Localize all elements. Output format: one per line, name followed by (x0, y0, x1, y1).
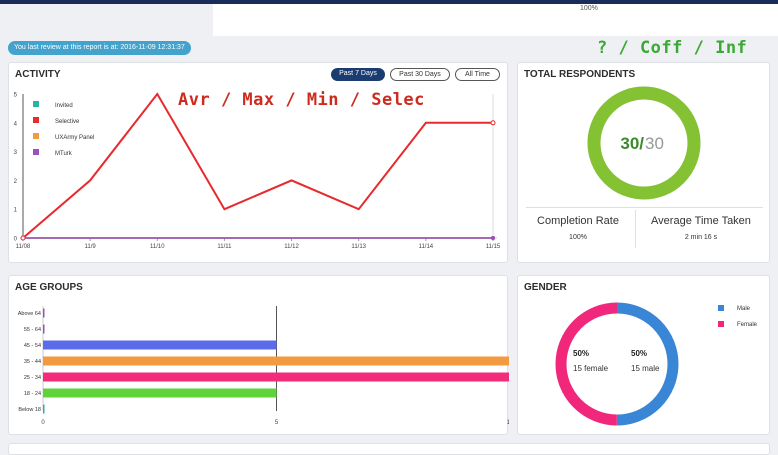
y-tick-label: 1 (14, 208, 18, 214)
x-tick-label: 11/12 (284, 244, 299, 250)
legend-label: Male (737, 306, 751, 312)
legend-label: Invited (55, 103, 73, 109)
category-label: 45 - 54 (24, 343, 41, 349)
age-groups-bar-chart: Above 64 55 - 64 45 - 54 35 - 44 25 - 34 18 -… (18, 306, 509, 426)
average-time-value: 2 min 16 s (684, 234, 718, 241)
bar (43, 308, 45, 318)
progress-strip (213, 4, 778, 36)
bar (43, 388, 277, 398)
y-tick-label: 4 (14, 121, 18, 127)
category-label: 18 - 24 (24, 391, 41, 397)
series-point (20, 235, 26, 241)
category-label: 25 - 34 (24, 375, 41, 381)
legend-swatch (33, 149, 39, 155)
x-tick-label: 0 (41, 420, 45, 426)
x-tick-label: 10 (507, 420, 509, 426)
divider (526, 207, 763, 208)
x-tick-label: 11/08 (16, 244, 31, 250)
overlay-chart-label: Avr / Max / Min / Selec (178, 90, 425, 110)
category-label: 55 - 64 (24, 327, 41, 333)
male-count: 15 male (631, 364, 660, 373)
bar (43, 404, 45, 414)
y-tick-label: 5 (14, 93, 18, 99)
y-tick-label: 0 (14, 237, 18, 243)
completion-rate-label: Completion Rate (537, 215, 619, 227)
category-label: Below 18 (18, 407, 41, 413)
legend-swatch (33, 133, 39, 139)
legend-label: Female (737, 322, 758, 328)
series-line-selective (22, 92, 493, 239)
y-tick-label: 3 (14, 150, 18, 156)
bar (43, 356, 509, 366)
x-tick-label: 11/15 (486, 244, 501, 250)
average-time-label: Average Time Taken (651, 215, 751, 227)
legend-swatch (33, 101, 39, 107)
last-review-badge: You last review at this report is at: 20… (8, 41, 191, 55)
next-card (8, 443, 770, 455)
x-tick-label: 11/14 (419, 244, 434, 250)
series-point (491, 236, 495, 240)
legend-swatch (718, 321, 724, 327)
x-tick-label: 11/13 (351, 244, 366, 250)
gender-donut-chart: 50% 15 female 50% 15 male Male Female (555, 302, 758, 426)
bar (43, 324, 45, 334)
total-respondents-card: TOTAL RESPONDENTS 30/ 30 Completion Rate… (517, 62, 770, 263)
legend-swatch (718, 305, 724, 311)
y-tick-label: 2 (14, 179, 18, 185)
bar (43, 372, 509, 382)
overlay-stats-label: ? / Coff / Inf (597, 38, 748, 58)
series-point (490, 120, 496, 126)
respondents-completed: 30/ (620, 134, 644, 153)
legend-swatch (33, 117, 39, 123)
progress-percent: 100% (580, 5, 598, 12)
male-percent: 50% (631, 349, 647, 358)
respondents-total: 30 (645, 134, 664, 153)
bar (43, 340, 277, 350)
legend-label: Selective (55, 119, 80, 125)
x-tick-label: 11/9 (85, 244, 97, 250)
gender-card: GENDER 50% 15 female 50% 15 male Male Fem… (517, 275, 770, 435)
donut-completed-arc (587, 86, 701, 200)
age-groups-card: AGE GROUPS Above 64 55 - 64 45 - 54 35 - 44… (8, 275, 509, 435)
x-tick-label: 11/11 (217, 244, 232, 250)
category-label: Above 64 (18, 311, 41, 317)
x-tick-label: 11/10 (150, 244, 165, 250)
female-percent: 50% (573, 349, 589, 358)
category-label: 35 - 44 (24, 359, 41, 365)
female-count: 15 female (573, 364, 609, 373)
x-tick-label: 5 (275, 420, 279, 426)
legend-label: MTurk (55, 151, 73, 157)
legend-label: UXArmy Panel (55, 135, 94, 141)
completion-rate-value: 100% (569, 234, 587, 241)
